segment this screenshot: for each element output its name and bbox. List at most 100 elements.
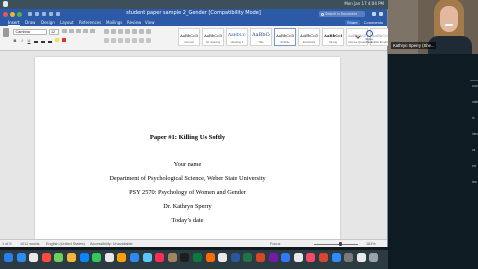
style-sample: AaBbCcD [252,32,270,38]
tab-layout[interactable]: Layout [60,20,74,25]
tab-draw[interactable]: Draw [25,20,35,25]
dock-app-icon[interactable] [130,253,139,262]
underline-button[interactable]: U [27,38,31,43]
dock-app-icon[interactable] [268,253,278,262]
tab-mailings[interactable]: Mailings [106,20,122,25]
font-size-field[interactable]: 12 [49,29,59,35]
author-name-line: Your name [173,161,202,168]
style-no-spacing[interactable]: AaBbCcDdEe No Spacing [202,28,224,46]
bold-button[interactable]: B [13,38,17,43]
focus-button[interactable]: Focus [270,242,280,246]
sort-button[interactable] [139,29,144,34]
numbering-button[interactable] [111,29,116,34]
dock-app-icon[interactable] [67,253,76,262]
dock-app-icon[interactable] [41,253,51,262]
dock-app-icon[interactable] [142,253,152,262]
dock-app-icon[interactable] [356,253,366,262]
sidebar-label: ext [472,164,477,168]
dock-app-icon[interactable] [331,253,341,262]
tab-view[interactable]: View [145,20,155,25]
dock-app-icon[interactable] [230,253,240,262]
dock-app-icon[interactable] [243,253,253,262]
justify-button[interactable] [125,38,130,43]
line-spacing-button[interactable] [132,38,137,43]
style-emphasis[interactable]: AaBbCcDdEe Emphasis [298,28,320,46]
dock-app-icon[interactable] [167,253,177,262]
dock-app-icon[interactable] [92,253,102,262]
dock-app-icon[interactable] [54,253,64,262]
change-case-button[interactable] [76,29,81,33]
styles-pane-button[interactable]: Styles Pane [364,30,374,44]
dock-app-icon[interactable] [16,253,26,262]
comments-button[interactable]: Comments [364,20,383,25]
align-center-button[interactable] [111,38,116,43]
dock-app-icon[interactable] [344,253,354,262]
italic-button[interactable]: I [20,38,24,43]
dock-app-icon[interactable] [104,253,114,262]
dock-app-icon[interactable] [306,253,316,262]
accessibility-status[interactable]: Accessibility: Unavailable [90,242,133,246]
zoom-slider[interactable] [314,243,358,245]
dock-app-icon[interactable] [79,253,89,262]
dock-app-icon[interactable] [29,253,39,262]
paper-title: Paper #1: Killing Us Softly [149,134,226,141]
share-button[interactable]: Share [344,20,360,25]
shading-button[interactable] [139,38,144,43]
align-left-button[interactable] [104,38,109,43]
align-right-button[interactable] [118,38,123,43]
increase-indent-button[interactable] [132,29,137,34]
sidebar-label: iew [472,180,477,184]
paste-button[interactable] [3,28,9,37]
tab-references[interactable]: References [79,20,101,25]
dock-app-icon[interactable] [256,253,265,262]
dock-app-icon[interactable] [281,253,291,262]
language-indicator[interactable]: English (United States) [46,242,85,246]
dock-app-icon[interactable] [193,253,202,262]
dock-app-icon[interactable] [117,253,127,262]
document-canvas[interactable]: Paper #1: Killing Us Softly Your name De… [0,51,387,239]
dock-app-icon[interactable] [369,253,379,262]
apple-menu-icon[interactable] [3,1,8,7]
account-icon[interactable] [372,12,376,16]
dock-app-icon[interactable] [319,253,328,262]
search-input[interactable]: Search in Document [319,11,365,17]
shrink-font-button[interactable] [69,29,74,33]
style-sample: AaBbCcDdEe [180,33,198,38]
phonetic-guide-button[interactable] [90,29,95,33]
borders-button[interactable] [146,38,151,43]
zoom-level[interactable]: 183% [366,242,376,246]
dock-app-icon[interactable] [180,253,190,262]
clear-formatting-button[interactable] [83,29,88,33]
page-count[interactable]: 1 of 5 [2,242,12,246]
tab-review[interactable]: Review [127,20,141,25]
font-name-field[interactable]: Cambria [13,29,47,35]
bullets-button[interactable] [104,29,109,34]
style-strong[interactable]: AaBbCcDdEe Strong [322,28,344,46]
superscript-button[interactable] [48,40,52,43]
dock-app-icon[interactable] [205,253,215,262]
zoom-slider-handle[interactable] [338,242,342,246]
word-count[interactable]: 1011 words [20,242,39,246]
strikethrough-button[interactable] [34,40,38,43]
dock-app-icon[interactable] [293,253,303,262]
dock-app-icon[interactable] [218,253,228,262]
style-heading-1[interactable]: AaBbCcDc Heading 1 [226,28,248,46]
participant-video[interactable]: Kathryn Sperry (She... [388,0,478,54]
dock-app-icon[interactable] [4,253,13,262]
grow-font-button[interactable] [62,29,67,33]
style-subtitle[interactable]: AaBbCcDdEe Subtitle [274,28,296,46]
style-title[interactable]: AaBbCcD Title [250,28,272,46]
font-color-button[interactable] [62,38,66,42]
tab-design[interactable]: Design [41,20,55,25]
show-formatting-button[interactable] [146,29,151,34]
styles-pane-icon [365,30,373,37]
highlight-color-button[interactable] [55,38,59,42]
dock-app-icon[interactable] [155,253,165,262]
style-normal[interactable]: AaBbCcDdEe Normal [178,28,200,46]
document-page[interactable]: Paper #1: Killing Us Softly Your name De… [35,57,340,239]
decrease-indent-button[interactable] [125,29,130,34]
sync-icon[interactable] [379,12,383,16]
style-name: Subtitle [280,39,290,44]
multilevel-list-button[interactable] [118,29,123,34]
subscript-button[interactable] [41,40,45,43]
